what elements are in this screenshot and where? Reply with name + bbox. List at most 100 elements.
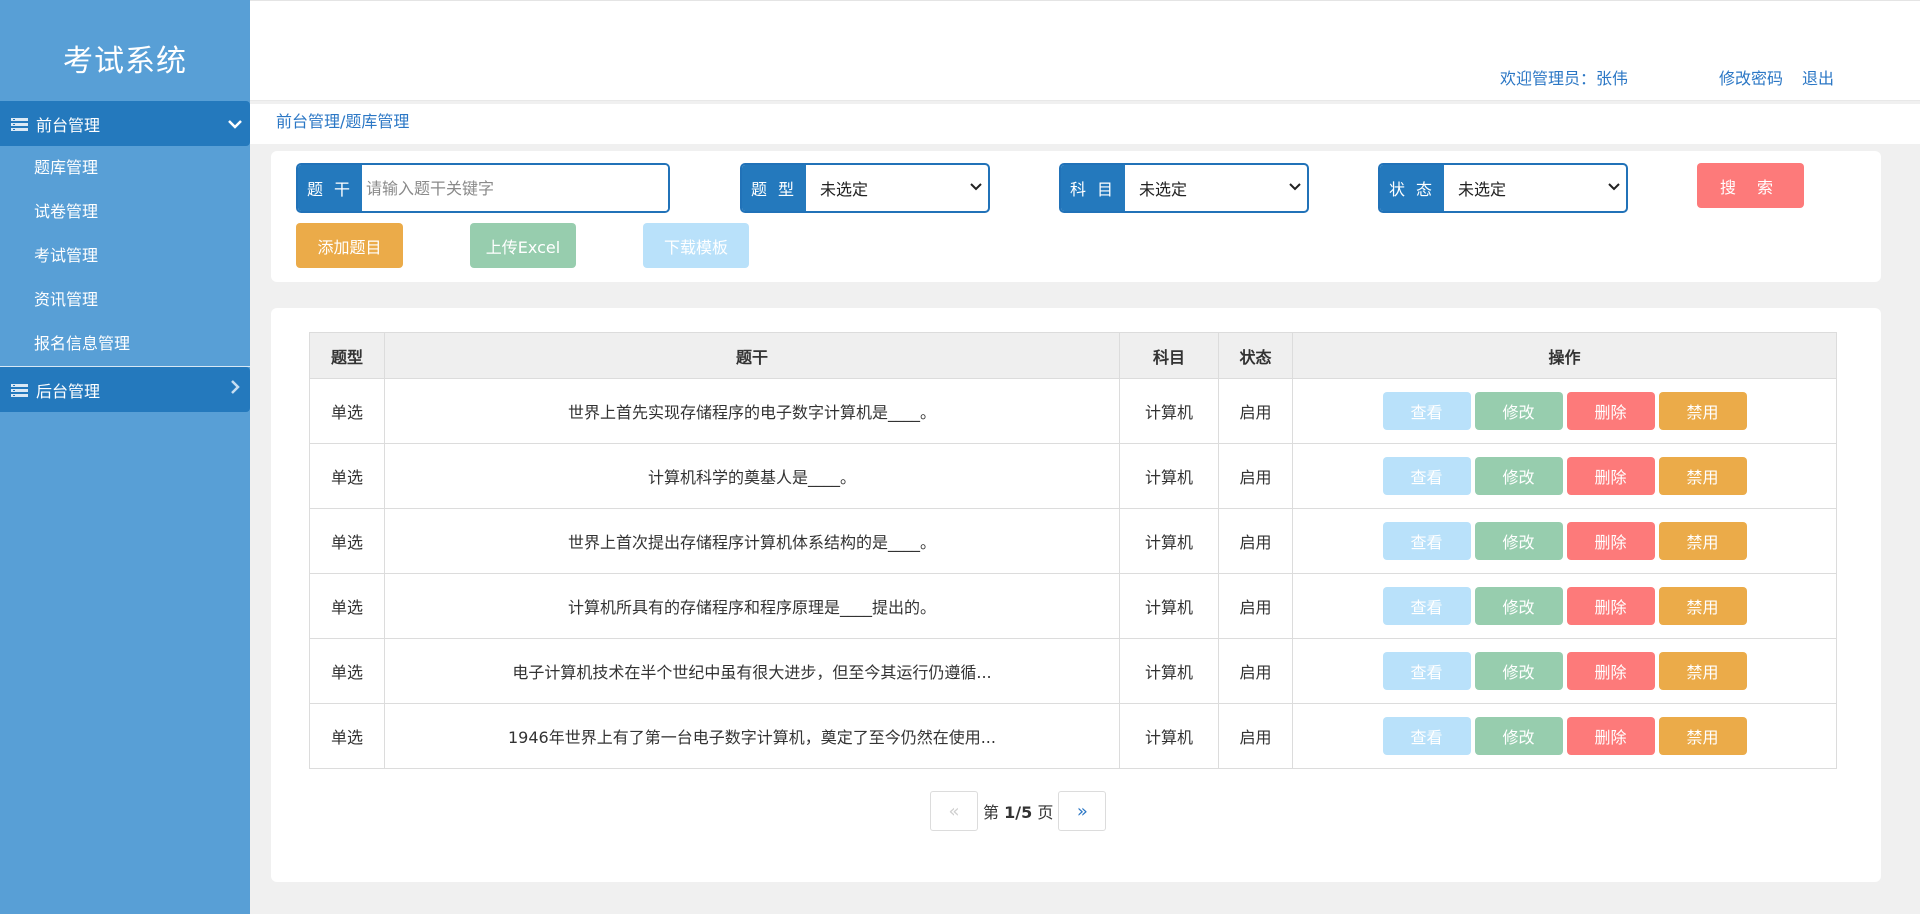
sidebar-item-question-bank[interactable]: 题库管理 <box>0 146 250 190</box>
row-actions: 查看 修改 删除 禁用 <box>1293 652 1836 690</box>
menu-items: 题库管理 试卷管理 考试管理 资讯管理 报名信息管理 <box>0 146 250 366</box>
cell-status: 启用 <box>1218 443 1293 509</box>
download-template-button[interactable]: 下载模板 <box>643 223 749 268</box>
table-header-row: 题型 题干 科目 状态 操作 <box>309 332 1837 379</box>
disable-button[interactable]: 禁用 <box>1658 652 1747 690</box>
delete-button[interactable]: 删除 <box>1566 522 1655 560</box>
change-password-link[interactable]: 修改密码 <box>1719 65 1783 89</box>
cell-subject: 计算机 <box>1119 703 1219 769</box>
status-filter: 状 态 未选定 <box>1378 163 1628 213</box>
cell-actions: 查看 修改 删除 禁用 <box>1292 508 1837 574</box>
menu-group-label: 前台管理 <box>36 115 101 135</box>
stem-search-input[interactable] <box>362 165 668 211</box>
cell-actions: 查看 修改 删除 禁用 <box>1292 378 1837 444</box>
page-suffix: 页 <box>1037 803 1054 822</box>
edit-button[interactable]: 修改 <box>1474 392 1563 430</box>
sidebar-item-exams[interactable]: 考试管理 <box>0 234 250 278</box>
disable-button[interactable]: 禁用 <box>1658 392 1747 430</box>
type-select-value: 未选定 <box>820 180 869 199</box>
add-question-button[interactable]: 添加题目 <box>296 223 403 268</box>
table-row: 单选 世界上首次提出存储程序计算机体系结构的是____。 计算机 启用 查看 修改 删除 禁用 <box>309 508 1837 574</box>
cell-subject: 计算机 <box>1119 573 1219 639</box>
list-icon <box>11 383 28 397</box>
cell-status: 启用 <box>1218 573 1293 639</box>
column-header-stem: 题干 <box>384 332 1120 379</box>
subject-filter: 科 目 未选定 <box>1059 163 1309 213</box>
view-button[interactable]: 查看 <box>1382 457 1471 495</box>
list-icon <box>11 117 28 131</box>
delete-button[interactable]: 删除 <box>1566 587 1655 625</box>
cell-type: 单选 <box>309 573 385 639</box>
cell-subject: 计算机 <box>1119 638 1219 704</box>
stem-filter: 题 干 <box>296 163 670 213</box>
edit-button[interactable]: 修改 <box>1474 522 1563 560</box>
view-button[interactable]: 查看 <box>1382 652 1471 690</box>
cell-stem: 世界上首先实现存储程序的电子数字计算机是____。 <box>384 378 1120 444</box>
type-select[interactable]: 未选定 <box>806 165 988 211</box>
subject-select[interactable]: 未选定 <box>1125 165 1307 211</box>
edit-button[interactable]: 修改 <box>1474 652 1563 690</box>
delete-button[interactable]: 删除 <box>1566 392 1655 430</box>
status-select-value: 未选定 <box>1458 180 1507 199</box>
status-select[interactable]: 未选定 <box>1444 165 1626 211</box>
welcome-text: 欢迎管理员：张伟 <box>1500 69 1629 88</box>
sidebar: 考试系统 前台管理 题库管理 试卷管理 考试管理 资讯管理 报名信息管理 后台管… <box>0 0 250 914</box>
chevron-right-icon <box>220 379 250 400</box>
next-page-button[interactable]: » <box>1058 791 1107 831</box>
status-filter-label: 状 态 <box>1380 165 1444 211</box>
prev-page-button[interactable]: « <box>930 791 978 831</box>
type-filter: 题 型 未选定 <box>740 163 990 213</box>
disable-button[interactable]: 禁用 <box>1658 457 1747 495</box>
view-button[interactable]: 查看 <box>1382 392 1471 430</box>
table-row: 单选 1946年世界上有了第一台电子数字计算机，奠定了至今仍然在使用... 计算机启… <box>309 703 1837 769</box>
search-button[interactable]: 搜 索 <box>1697 163 1804 208</box>
cell-actions: 查看 修改 删除 禁用 <box>1292 443 1837 509</box>
cell-subject: 计算机 <box>1119 443 1219 509</box>
edit-button[interactable]: 修改 <box>1474 457 1563 495</box>
cell-status: 启用 <box>1218 378 1293 444</box>
disable-button[interactable]: 禁用 <box>1658 587 1747 625</box>
row-actions: 查看 修改 删除 禁用 <box>1293 522 1836 560</box>
delete-button[interactable]: 删除 <box>1566 457 1655 495</box>
current-page: 1 <box>1004 803 1016 822</box>
sidebar-item-registration[interactable]: 报名信息管理 <box>0 322 250 366</box>
menu-group-backend[interactable]: 后台管理 <box>0 367 250 412</box>
breadcrumb: 前台管理/题库管理 <box>250 104 1920 144</box>
cell-stem: 计算机所具有的存储程序和程序原理是____提出的。 <box>384 573 1120 639</box>
edit-button[interactable]: 修改 <box>1474 587 1563 625</box>
sidebar-item-papers[interactable]: 试卷管理 <box>0 190 250 234</box>
cell-stem: 电子计算机技术在半个世纪中虽有很大进步，但至今其运行仍遵循... <box>384 638 1120 704</box>
row-actions: 查看 修改 删除 禁用 <box>1293 457 1836 495</box>
chevron-down-icon <box>1289 179 1301 195</box>
column-header-status: 状态 <box>1218 332 1293 379</box>
app-title: 考试系统 <box>63 44 187 79</box>
cell-status: 启用 <box>1218 638 1293 704</box>
subject-select-value: 未选定 <box>1139 180 1188 199</box>
view-button[interactable]: 查看 <box>1382 717 1471 755</box>
column-header-subject: 科目 <box>1119 332 1219 379</box>
cell-stem: 计算机科学的奠基人是____。 <box>384 443 1120 509</box>
row-actions: 查看 修改 删除 禁用 <box>1293 392 1836 430</box>
cell-actions: 查看 修改 删除 禁用 <box>1292 703 1837 769</box>
view-button[interactable]: 查看 <box>1382 522 1471 560</box>
sidebar-item-news[interactable]: 资讯管理 <box>0 278 250 322</box>
page-prefix: 第 <box>983 803 1000 822</box>
menu-group-frontend[interactable]: 前台管理 <box>0 101 250 146</box>
disable-button[interactable]: 禁用 <box>1658 522 1747 560</box>
view-button[interactable]: 查看 <box>1382 587 1471 625</box>
cell-subject: 计算机 <box>1119 508 1219 574</box>
disable-button[interactable]: 禁用 <box>1658 717 1747 755</box>
edit-button[interactable]: 修改 <box>1474 717 1563 755</box>
table-row: 单选 世界上首先实现存储程序的电子数字计算机是____。 计算机 启用 查看 修改 删除 禁用 <box>309 378 1837 444</box>
table-row: 单选 计算机科学的奠基人是____。 计算机 启用 查看 修改 删除 禁用 <box>309 443 1837 509</box>
upload-excel-button[interactable]: 上传Excel <box>470 223 576 268</box>
pagination: « 第 1/5 页 » <box>930 791 1107 831</box>
delete-button[interactable]: 删除 <box>1566 717 1655 755</box>
cell-actions: 查看 修改 删除 禁用 <box>1292 573 1837 639</box>
cell-status: 启用 <box>1218 703 1293 769</box>
chevron-down-icon <box>970 179 982 195</box>
delete-button[interactable]: 删除 <box>1566 652 1655 690</box>
logout-link[interactable]: 退出 <box>1802 65 1834 89</box>
stem-filter-label: 题 干 <box>298 165 362 211</box>
table-row: 单选 计算机所具有的存储程序和程序原理是____提出的。 计算机 启用 查看 修改 删除 禁用 <box>309 573 1837 639</box>
